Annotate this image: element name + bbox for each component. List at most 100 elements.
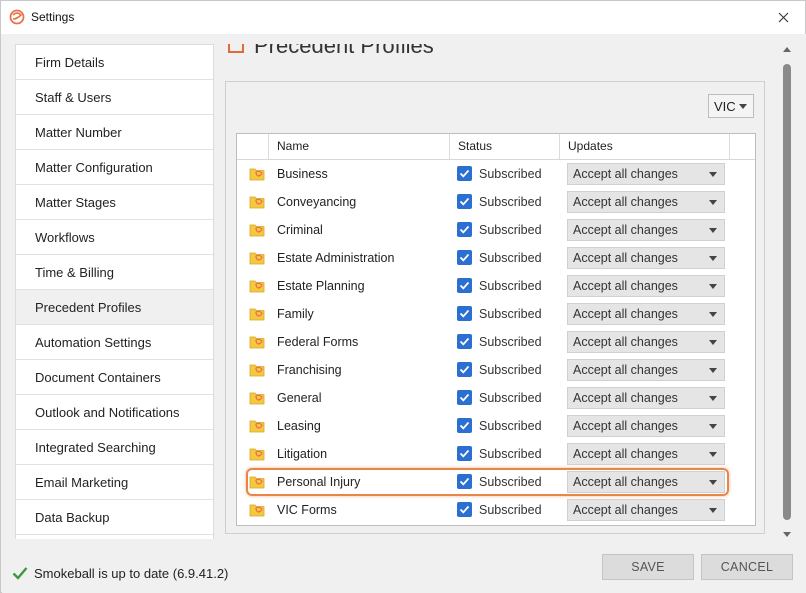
sidebar-item-integrated-searching[interactable]: Integrated Searching (16, 430, 213, 465)
column-header-status[interactable]: Status (450, 134, 560, 159)
sidebar-item-document-containers[interactable]: Document Containers (16, 360, 213, 395)
subscribed-checkbox[interactable] (457, 222, 472, 237)
updates-dropdown[interactable]: Accept all changes (567, 275, 725, 297)
table-row[interactable]: VIC Forms Subscribed Accept all changes (237, 496, 755, 524)
table-row[interactable]: Litigation Subscribed Accept all changes (237, 440, 755, 468)
chevron-down-icon (709, 200, 717, 205)
subscribed-checkbox[interactable] (457, 334, 472, 349)
settings-window: Settings Firm Details Staff & Users Matter… (0, 0, 806, 593)
folder-precedent-icon (249, 474, 265, 489)
profile-status: Subscribed (479, 475, 542, 489)
subscribed-checkbox[interactable] (457, 194, 472, 209)
region-dropdown[interactable]: VIC (708, 94, 754, 118)
updates-dropdown[interactable]: Accept all changes (567, 499, 725, 521)
updates-dropdown[interactable]: Accept all changes (567, 415, 725, 437)
vertical-scrollbar[interactable] (780, 44, 794, 540)
updates-dropdown[interactable]: Accept all changes (567, 247, 725, 269)
chevron-down-icon (739, 104, 747, 109)
subscribed-checkbox[interactable] (457, 418, 472, 433)
chevron-down-icon (709, 424, 717, 429)
updates-value: Accept all changes (573, 503, 678, 517)
cancel-button[interactable]: CANCEL (701, 554, 793, 580)
updates-value: Accept all changes (573, 475, 678, 489)
profile-name: Estate Administration (277, 251, 395, 265)
folder-precedent-icon (249, 390, 265, 405)
table-row[interactable]: Family Subscribed Accept all changes (237, 300, 755, 328)
updates-dropdown[interactable]: Accept all changes (567, 443, 725, 465)
profiles-group: VIC Name Status Updates Business Subscrib… (225, 81, 765, 534)
footer: Smokeball is up to date (6.9.41.2) SAVE … (2, 539, 806, 593)
sidebar-item-automation-settings[interactable]: Automation Settings (16, 325, 213, 360)
scroll-down-icon[interactable] (783, 532, 791, 537)
updates-dropdown[interactable]: Accept all changes (567, 359, 725, 381)
subscribed-checkbox[interactable] (457, 390, 472, 405)
scroll-thumb[interactable] (783, 64, 791, 520)
column-header-name[interactable]: Name (269, 134, 450, 159)
region-value: VIC (714, 98, 736, 114)
subscribed-checkbox[interactable] (457, 446, 472, 461)
table-row[interactable]: Criminal Subscribed Accept all changes (237, 216, 755, 244)
profile-status: Subscribed (479, 307, 542, 321)
chevron-down-icon (709, 284, 717, 289)
sidebar-item-staff-users[interactable]: Staff & Users (16, 80, 213, 115)
folder-precedent-icon (249, 334, 265, 349)
folder-precedent-icon (249, 222, 265, 237)
sidebar-item-matter-number[interactable]: Matter Number (16, 115, 213, 150)
close-button[interactable] (761, 1, 805, 33)
subscribed-checkbox[interactable] (457, 250, 472, 265)
chevron-down-icon (709, 508, 717, 513)
table-header: Name Status Updates (237, 134, 755, 160)
folder-precedent-icon (249, 446, 265, 461)
updates-value: Accept all changes (573, 195, 678, 209)
column-header-updates[interactable]: Updates (560, 134, 730, 159)
sidebar-item-data-backup[interactable]: Data Backup (16, 500, 213, 535)
profile-status: Subscribed (479, 251, 542, 265)
table-row[interactable]: General Subscribed Accept all changes (237, 384, 755, 412)
chevron-down-icon (709, 312, 717, 317)
subscribed-checkbox[interactable] (457, 306, 472, 321)
updates-dropdown[interactable]: Accept all changes (567, 387, 725, 409)
updates-value: Accept all changes (573, 419, 678, 433)
table-row[interactable]: Leasing Subscribed Accept all changes (237, 412, 755, 440)
profile-status: Subscribed (479, 335, 542, 349)
table-row[interactable]: Conveyancing Subscribed Accept all changes (237, 188, 755, 216)
table-row[interactable]: Estate Planning Subscribed Accept all chan… (237, 272, 755, 300)
subscribed-checkbox[interactable] (457, 502, 472, 517)
sidebar-item-firm-details[interactable]: Firm Details (16, 45, 213, 80)
chevron-down-icon (709, 452, 717, 457)
table-row[interactable]: Franchising Subscribed Accept all changes (237, 356, 755, 384)
subscribed-checkbox[interactable] (457, 278, 472, 293)
table-row[interactable]: Personal Injury Subscribed Accept all chan… (237, 468, 755, 496)
sidebar-item-precedent-profiles[interactable]: Precedent Profiles (16, 290, 213, 325)
table-row[interactable]: Estate Administration Subscribed Accept al… (237, 244, 755, 272)
table-row[interactable]: Business Subscribed Accept all changes (237, 160, 755, 188)
profile-name: Federal Forms (277, 335, 359, 349)
updates-dropdown[interactable]: Accept all changes (567, 191, 725, 213)
sidebar-item-workflows[interactable]: Workflows (16, 220, 213, 255)
save-button[interactable]: SAVE (602, 554, 694, 580)
updates-dropdown[interactable]: Accept all changes (567, 219, 725, 241)
sidebar-item-matter-stages[interactable]: Matter Stages (16, 185, 213, 220)
sidebar-item-outlook-and-notifications[interactable]: Outlook and Notifications (16, 395, 213, 430)
chevron-down-icon (709, 228, 717, 233)
updates-dropdown[interactable]: Accept all changes (567, 471, 725, 493)
updates-dropdown[interactable]: Accept all changes (567, 303, 725, 325)
folder-precedent-icon (249, 166, 265, 181)
profile-name: Leasing (277, 419, 321, 433)
updates-value: Accept all changes (573, 335, 678, 349)
subscribed-checkbox[interactable] (457, 474, 472, 489)
sidebar-item-email-marketing[interactable]: Email Marketing (16, 465, 213, 500)
smokeball-logo-icon (9, 9, 25, 25)
profile-status: Subscribed (479, 363, 542, 377)
scroll-up-icon[interactable] (783, 47, 791, 52)
profile-status: Subscribed (479, 419, 542, 433)
folder-precedent-icon (249, 194, 265, 209)
sidebar-item-time-billing[interactable]: Time & Billing (16, 255, 213, 290)
update-status-text: Smokeball is up to date (6.9.41.2) (34, 566, 229, 581)
table-row[interactable]: Federal Forms Subscribed Accept all change… (237, 328, 755, 356)
subscribed-checkbox[interactable] (457, 166, 472, 181)
updates-dropdown[interactable]: Accept all changes (567, 331, 725, 353)
sidebar-item-matter-configuration[interactable]: Matter Configuration (16, 150, 213, 185)
updates-dropdown[interactable]: Accept all changes (567, 163, 725, 185)
subscribed-checkbox[interactable] (457, 362, 472, 377)
